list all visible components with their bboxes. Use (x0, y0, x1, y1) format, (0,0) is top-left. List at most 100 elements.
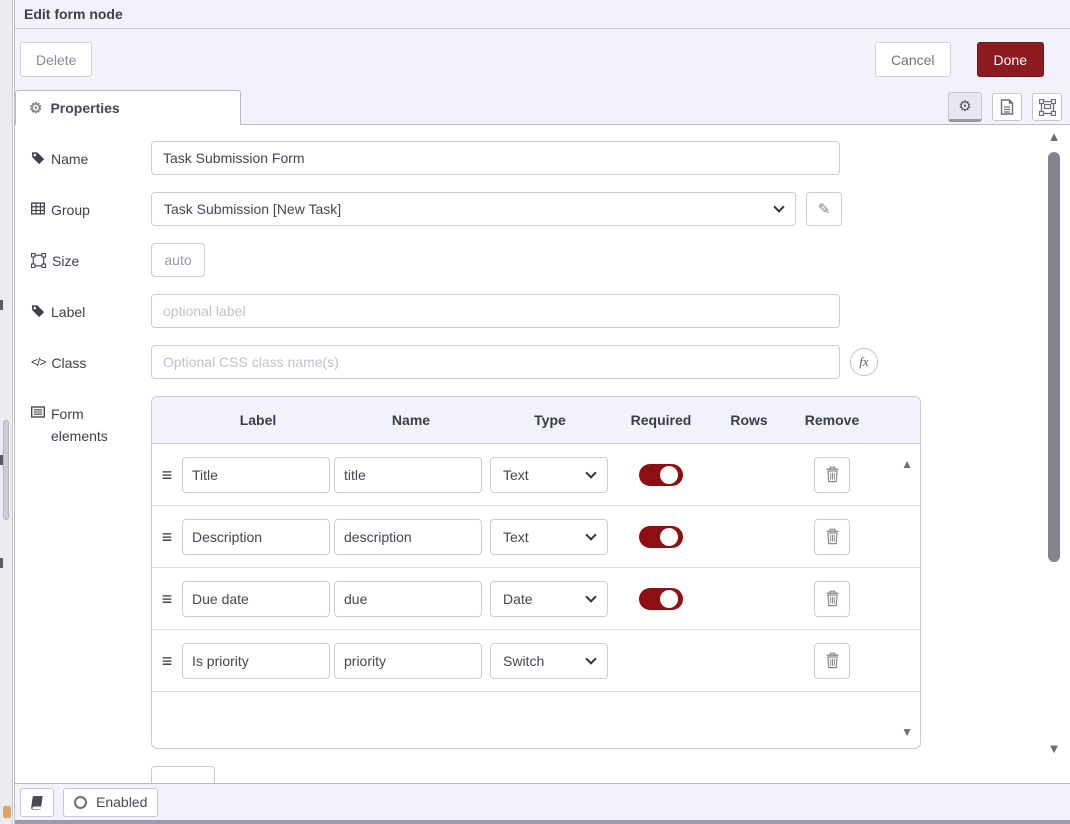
element-type-select[interactable]: Text (490, 457, 608, 493)
name-label-text: Name (51, 149, 88, 171)
element-type-select[interactable]: Text (490, 519, 608, 555)
gear-icon: ⚙ (29, 101, 42, 116)
element-type-select[interactable]: Date (490, 581, 608, 617)
required-toggle[interactable] (639, 464, 683, 486)
chevron-down-icon (585, 529, 596, 540)
element-type-value: Switch (503, 653, 544, 669)
element-label-input[interactable] (182, 581, 330, 617)
element-type-select[interactable]: Switch (490, 643, 608, 679)
column-header-label: Label (182, 412, 334, 428)
label-field-label: Label (31, 294, 151, 324)
pencil-icon: ✎ (818, 200, 831, 218)
scrollbar-up-arrow[interactable]: ▲ (1045, 130, 1063, 143)
cancel-button[interactable]: Cancel (875, 42, 951, 77)
background-tick (0, 558, 3, 568)
group-field-row: Group Task Submission [New Task] ✎ (31, 192, 1070, 226)
required-toggle[interactable] (639, 588, 683, 610)
label-label-text: Label (51, 302, 85, 324)
background-left-strip (0, 0, 13, 824)
column-header-rows: Rows (710, 412, 788, 428)
size-button[interactable]: auto (151, 243, 205, 277)
element-name-input[interactable] (334, 457, 482, 493)
element-label-input[interactable] (182, 457, 330, 493)
name-input[interactable] (151, 141, 840, 175)
dialog-toolbar: Delete Cancel Done (15, 29, 1070, 90)
drag-handle-icon[interactable]: ≡ (152, 466, 182, 484)
column-header-remove: Remove (788, 412, 876, 428)
table-icon (31, 202, 45, 215)
form-elements-label-text: Form elements (51, 404, 121, 447)
table-scroll-up-arrow[interactable]: ▲ (901, 458, 913, 470)
form-element-row: ≡ Text (152, 506, 920, 568)
fx-icon: fx (859, 354, 868, 370)
chevron-down-icon (585, 653, 596, 664)
chevron-down-icon (773, 201, 784, 212)
group-select[interactable]: Task Submission [New Task] (151, 192, 796, 226)
list-alt-icon (31, 406, 45, 418)
tab-bar: ⚙ Properties ⚙ (15, 90, 1070, 125)
tab-properties[interactable]: ⚙ Properties (15, 90, 241, 125)
dialog-title: Edit form node (24, 6, 123, 22)
class-label-text: Class (51, 353, 86, 375)
document-icon (1000, 99, 1014, 115)
class-input[interactable] (151, 345, 840, 379)
remove-element-button[interactable] (814, 457, 850, 493)
toggle-knob (660, 528, 678, 546)
properties-panel: Name Group Task Submission [New Task] (15, 125, 1070, 783)
form-element-row: ≡ Text (152, 444, 920, 506)
drag-handle-icon[interactable]: ≡ (152, 528, 182, 546)
edit-group-button[interactable]: ✎ (806, 192, 842, 226)
element-label-input[interactable] (182, 519, 330, 555)
remove-element-button[interactable] (814, 643, 850, 679)
label-field-row: Label (31, 294, 1070, 328)
form-element-row: ≡ Switch (152, 630, 920, 692)
toggle-knob (660, 466, 678, 484)
element-type-value: Date (503, 591, 533, 607)
scrollbar-thumb[interactable] (1048, 152, 1060, 562)
element-name-input[interactable] (334, 519, 482, 555)
element-type-value: Text (503, 467, 529, 483)
tag-icon (31, 304, 45, 318)
table-scroll-down-arrow[interactable]: ▼ (901, 726, 913, 738)
element-name-input[interactable] (334, 643, 482, 679)
class-field-row: </> Class fx (31, 345, 1070, 379)
dialog-bottom-edge (15, 820, 1070, 824)
background-tick (0, 300, 3, 310)
trash-icon (825, 466, 840, 483)
name-field-label: Name (31, 141, 151, 171)
column-header-name: Name (334, 412, 488, 428)
add-element-button-cutoff[interactable] (151, 766, 215, 783)
label-input[interactable] (151, 294, 840, 328)
remove-element-button[interactable] (814, 519, 850, 555)
chevron-down-icon (585, 467, 596, 478)
dialog-scrollbar: ▲ ▼ (1045, 130, 1063, 755)
enabled-toggle-button[interactable]: Enabled (63, 788, 158, 817)
drag-handle-icon[interactable]: ≡ (152, 652, 182, 670)
done-button[interactable]: Done (977, 42, 1044, 77)
chevron-down-icon (585, 591, 596, 602)
form-elements-label: Form elements (31, 396, 151, 447)
tag-icon (31, 151, 45, 165)
element-label-input[interactable] (182, 643, 330, 679)
background-scrollbar-thumb (3, 420, 9, 520)
form-element-row: ≡ Date (152, 568, 920, 630)
dialog-footer: Enabled (15, 783, 1070, 820)
book-icon (28, 795, 45, 810)
required-toggle[interactable] (639, 526, 683, 548)
gear-icon: ⚙ (958, 99, 971, 114)
remove-element-button[interactable] (814, 581, 850, 617)
background-node-fragment (3, 806, 11, 818)
node-help-button[interactable] (20, 788, 54, 817)
form-elements-body: ▲ ▼ ≡ Text ≡ Text (152, 444, 920, 748)
drag-handle-icon[interactable]: ≡ (152, 590, 182, 608)
form-elements-header: Label Name Type Required Rows Remove (152, 397, 920, 444)
expression-button[interactable]: fx (850, 348, 878, 376)
enabled-circle-icon (74, 796, 87, 809)
element-name-input[interactable] (334, 581, 482, 617)
scrollbar-down-arrow[interactable]: ▼ (1045, 742, 1063, 755)
properties-tab-button[interactable]: ⚙ (948, 92, 982, 122)
delete-button[interactable]: Delete (20, 42, 92, 77)
enabled-label: Enabled (96, 794, 147, 810)
appearance-tab-button[interactable] (1032, 93, 1062, 121)
description-tab-button[interactable] (992, 93, 1022, 121)
